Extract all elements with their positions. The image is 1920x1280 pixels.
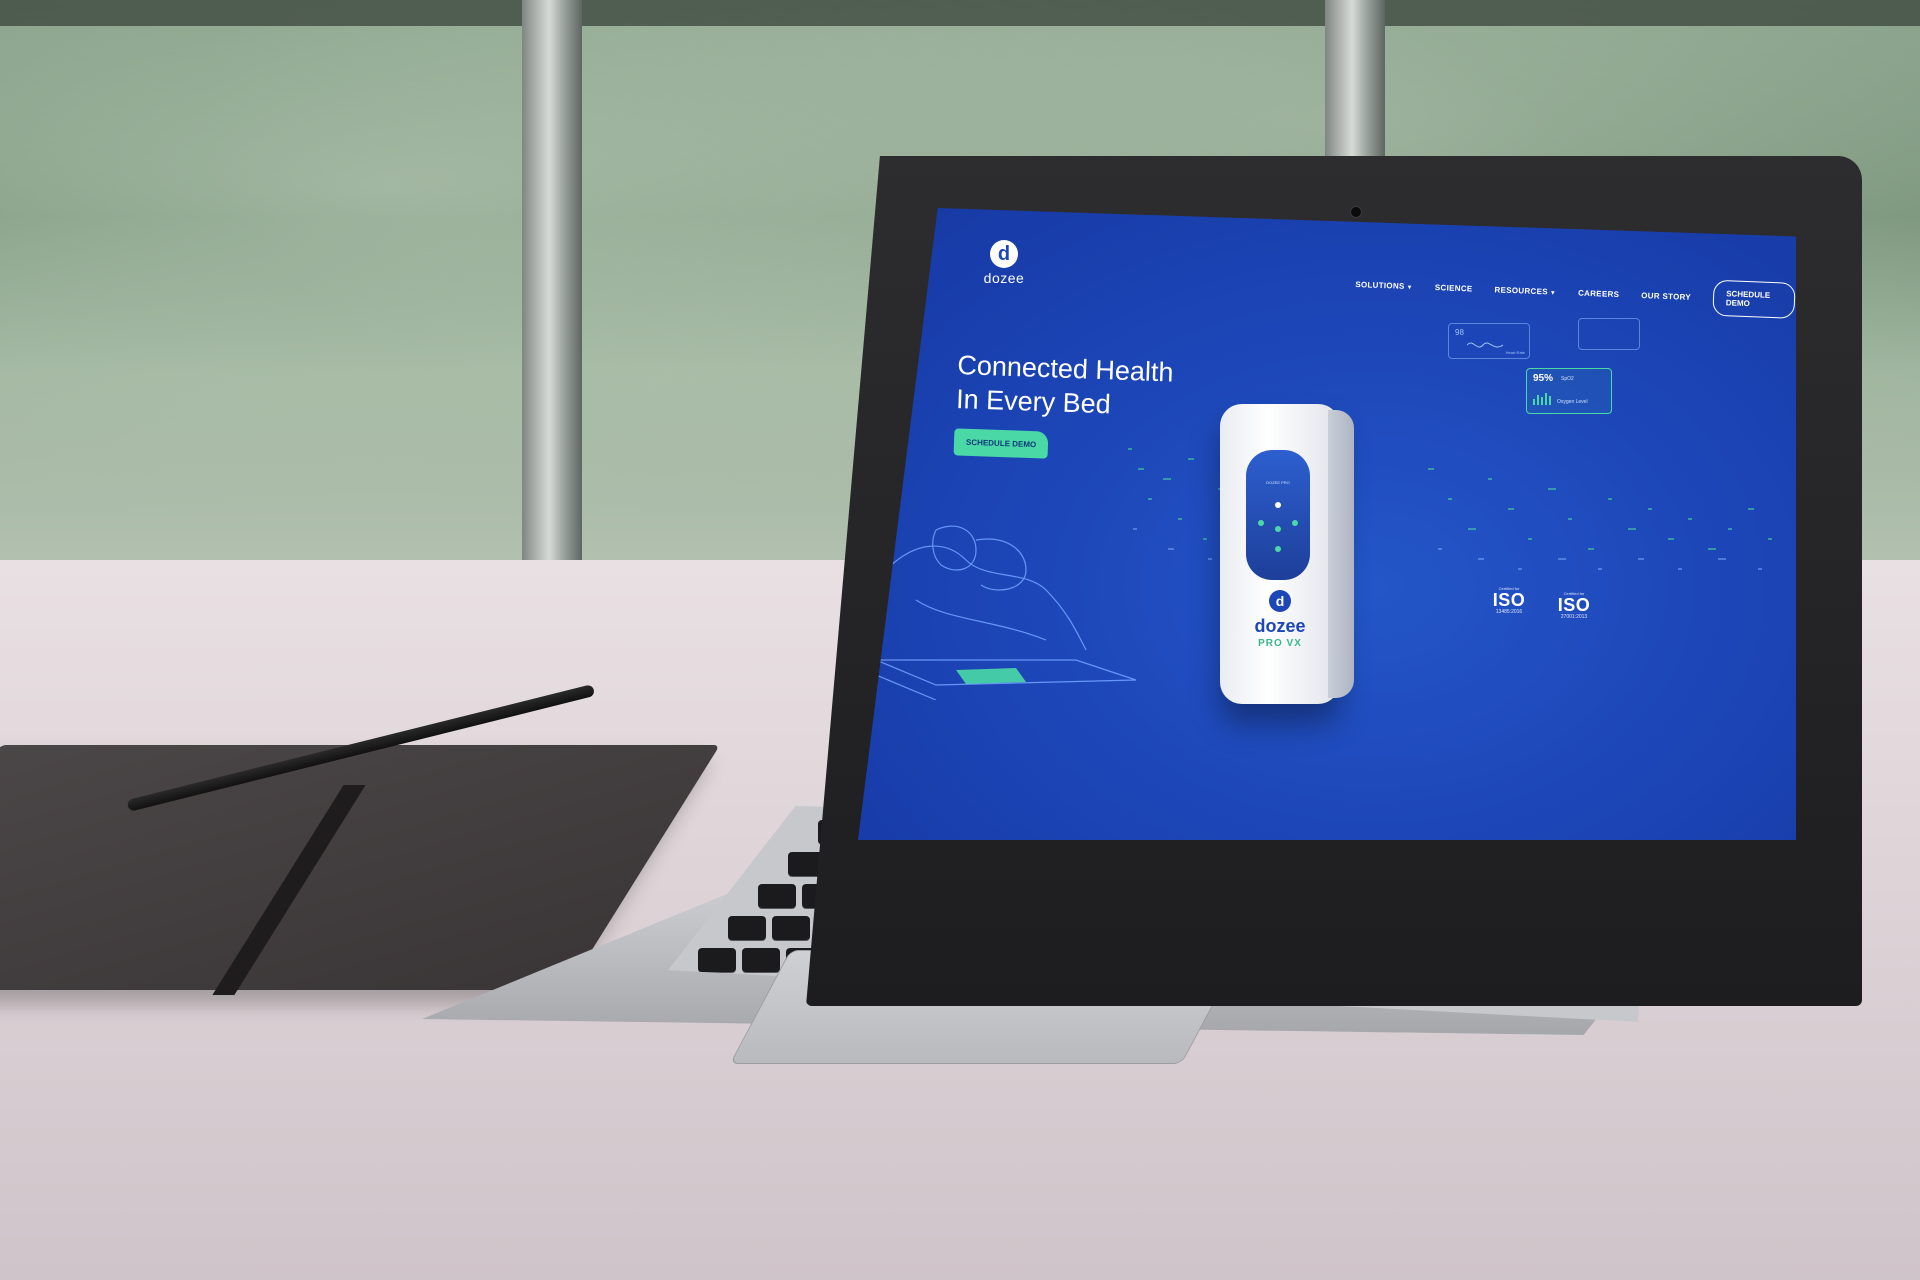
nav-item-our-story[interactable]: OUR STORY bbox=[1641, 290, 1691, 301]
sensor-pad bbox=[956, 668, 1026, 684]
iso-prefix: Certified for bbox=[1563, 591, 1585, 596]
spo2-unit: SpO2 bbox=[1561, 376, 1574, 382]
spo2-value: 95% bbox=[1533, 373, 1554, 384]
status-light bbox=[1292, 520, 1298, 526]
device-model: PRO VX bbox=[1258, 638, 1302, 649]
device-panel: DOZEE PRO bbox=[1246, 450, 1310, 580]
heart-wave-icon bbox=[1467, 342, 1503, 348]
device-brand: dozee bbox=[1254, 616, 1306, 636]
iso-badge-27001: Certified for ISO 27001:2013 bbox=[1551, 591, 1597, 620]
nav-label: SCIENCE bbox=[1434, 282, 1473, 293]
spo2-label: Oxygen Level bbox=[1557, 399, 1588, 405]
bar-chart-icon bbox=[1533, 393, 1551, 405]
spo2-card: 95% SpO2 Oxygen Level bbox=[1526, 368, 1612, 414]
site-logo[interactable]: d dozee bbox=[980, 240, 1028, 286]
status-light bbox=[1258, 520, 1264, 526]
nav-item-science[interactable]: SCIENCE bbox=[1435, 283, 1473, 293]
heart-rate-label: Heart Rate bbox=[1505, 350, 1525, 355]
power-icon bbox=[1275, 502, 1281, 508]
iso-code: 13485:2016 bbox=[1495, 609, 1523, 615]
nav-label: CAREERS bbox=[1577, 288, 1620, 299]
data-visual-background bbox=[1128, 448, 1772, 570]
iso-name: ISO bbox=[1557, 595, 1591, 615]
nav-label: RESOURCES bbox=[1494, 284, 1549, 296]
nav-item-careers[interactable]: CAREERS bbox=[1578, 288, 1620, 299]
window-pillar bbox=[522, 0, 582, 600]
logo-mark: d bbox=[990, 240, 1018, 268]
nav-item-solutions[interactable]: SOLUTIONS ▼ bbox=[1355, 279, 1413, 290]
empty-card bbox=[1578, 318, 1640, 350]
window-frame bbox=[0, 0, 1920, 26]
main-nav: SOLUTIONS ▼ SCIENCE RESOURCES ▼ CAREERS OU… bbox=[1355, 266, 1796, 319]
schedule-demo-nav-button[interactable]: SCHEDULE DEMO bbox=[1712, 279, 1796, 319]
iso-name: ISO bbox=[1492, 590, 1526, 610]
nav-item-resources[interactable]: RESOURCES ▼ bbox=[1494, 285, 1556, 296]
iso-prefix: Certified for bbox=[1498, 586, 1520, 591]
nav-label: SOLUTIONS bbox=[1355, 279, 1405, 291]
logo-text: dozee bbox=[983, 270, 1025, 286]
heart-rate-value: 98 bbox=[1455, 328, 1464, 337]
status-light bbox=[1275, 546, 1281, 552]
laptop-screen: d dozee SOLUTIONS ▼ SCIENCE RESOURCES ▼ CA… bbox=[858, 208, 1796, 840]
iso-code: 27001:2013 bbox=[1560, 614, 1588, 620]
chevron-down-icon: ▼ bbox=[1406, 284, 1413, 291]
device-panel-label: DOZEE PRO bbox=[1266, 480, 1290, 485]
chevron-down-icon: ▼ bbox=[1549, 289, 1557, 297]
schedule-demo-hero-button[interactable]: SCHEDULE DEMO bbox=[953, 428, 1049, 459]
device-logo-mark: d bbox=[1269, 590, 1291, 612]
status-light bbox=[1275, 526, 1281, 532]
nav-label: OUR STORY bbox=[1641, 290, 1692, 302]
iso-badge-13485: Certified for ISO 13485:2016 bbox=[1486, 586, 1532, 615]
device-side bbox=[1328, 410, 1354, 698]
webcam-icon bbox=[1350, 206, 1362, 218]
heart-rate-card: 98 Heart Rate bbox=[1448, 323, 1530, 359]
